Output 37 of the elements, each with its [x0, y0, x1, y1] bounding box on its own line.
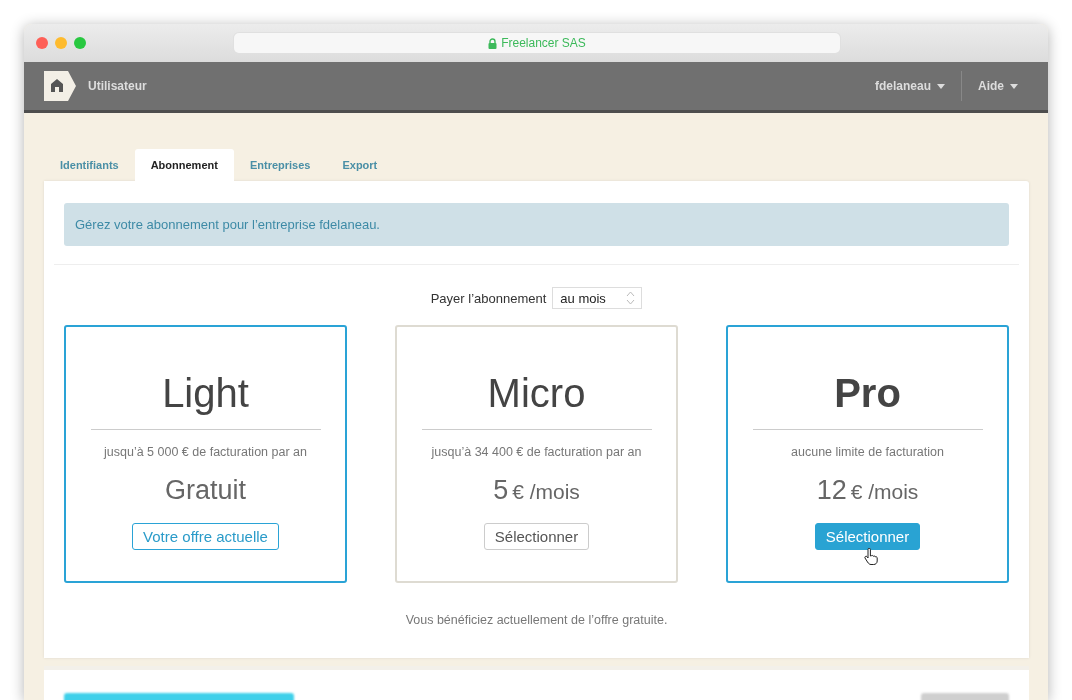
select-plan-button[interactable]: Sélectionner: [814, 523, 921, 550]
plan-name: Pro: [752, 367, 983, 430]
plan-price: 5: [493, 475, 509, 506]
house-logo-icon[interactable]: [42, 70, 78, 102]
tab[interactable]: Abonnement: [134, 149, 234, 181]
plan-price: 12: [816, 475, 847, 506]
plan-name: Micro: [421, 367, 652, 430]
plan-description: aucune limite de facturation: [791, 445, 944, 459]
plan-name: Light: [90, 367, 321, 430]
tab[interactable]: Identifiants: [44, 149, 135, 181]
price-unit: € /mois: [512, 480, 580, 504]
dropdown-menu[interactable]: fdelaneau: [862, 79, 957, 93]
tab[interactable]: Export: [326, 149, 394, 181]
pointer-cursor-icon: [864, 548, 878, 565]
cut-off-button[interactable]: [64, 693, 294, 700]
address-text: Freelancer SAS: [501, 36, 586, 50]
address-bar[interactable]: Freelancer SAS: [234, 33, 840, 53]
billing-label: Payer l’abonnement: [430, 290, 547, 306]
plan-description: jusqu’à 34 400 € de facturation par an: [431, 445, 642, 459]
updown-arrows-icon: [626, 291, 636, 305]
plan-price: Gratuit: [165, 475, 246, 506]
billing-select[interactable]: au mois: [552, 287, 643, 309]
close-button[interactable]: [36, 37, 48, 49]
plan-description: jusqu’à 5 000 € de facturation par an: [104, 445, 307, 459]
caret-icon: [1010, 83, 1018, 89]
tab[interactable]: Entreprises: [233, 149, 327, 181]
maximize-button[interactable]: [74, 37, 86, 49]
minimize-button[interactable]: [55, 37, 67, 49]
select-plan-button[interactable]: Sélectionner: [483, 523, 590, 550]
caret-icon: [937, 83, 945, 89]
status-text: Vous bénéficiez actuellement de l’offre gratuite.: [404, 613, 669, 627]
dropdown-menu[interactable]: Aide: [966, 79, 1030, 93]
cut-off-button[interactable]: [921, 693, 1009, 700]
app-label: Utilisateur: [88, 79, 147, 93]
info-notice: Gérez votre abonnement pour l’entreprise fdelaneau.: [64, 203, 1009, 246]
select-plan-button[interactable]: Votre offre actuelle: [132, 523, 279, 550]
price-unit: € /mois: [850, 480, 919, 504]
